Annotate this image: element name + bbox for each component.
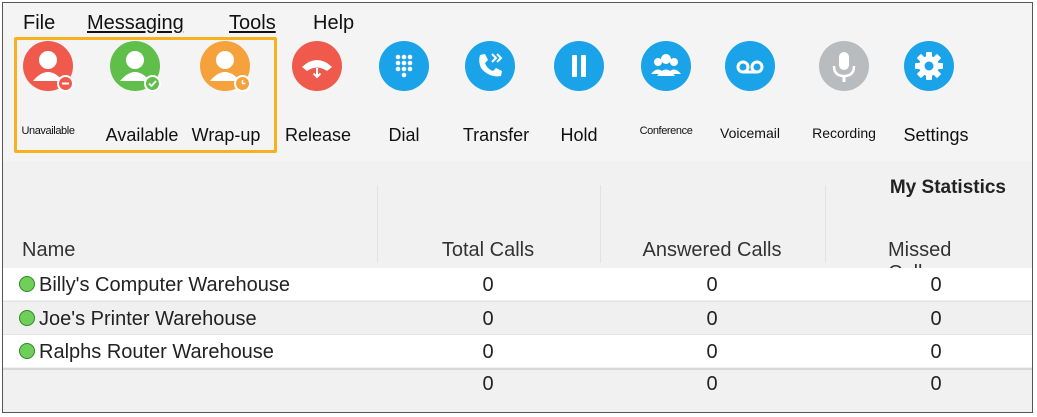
row-name: Ralphs Router Warehouse [39,341,274,363]
wrapup-button[interactable]: Wrap-up [192,41,276,153]
menu-messaging[interactable]: Messaging [87,13,184,33]
release-button[interactable]: Release [285,41,359,153]
row-answered-calls: 0 [706,308,718,330]
voicemail-button[interactable]: Voicemail [720,41,791,153]
column-header-answered-calls[interactable]: Answered Calls [643,239,782,262]
column-header-total-calls[interactable]: Total Calls [442,239,534,262]
recording-label: Recording [812,125,876,141]
total-calls-sum: 0 [482,373,494,395]
status-dot-icon [19,310,35,326]
available-label: Available [105,125,179,145]
answered-calls-sum: 0 [706,373,718,395]
hangup-icon [292,41,342,91]
gear-icon [904,41,954,91]
clock-icon [234,75,251,92]
group-icon [641,41,691,91]
row-name: Billy's Computer Warehouse [39,274,290,296]
unavailable-label: Unavailable [21,125,75,137]
row-total-calls: 0 [482,341,494,363]
wrapup-label: Wrap-up [191,125,261,145]
conference-button[interactable]: Conference [637,41,707,153]
dial-button[interactable]: Dial [376,41,436,153]
column-divider [825,185,826,263]
row-answered-calls: 0 [706,341,718,363]
voicemail-icon [725,41,775,91]
column-divider [377,185,378,263]
microphone-icon [819,41,869,91]
my-statistics-heading: My Statistics [889,177,1006,198]
menu-bar: File Messaging Tools Help [3,3,1032,35]
phone-transfer-icon [465,41,515,91]
app-window: File Messaging Tools Help Unavailable Av… [2,2,1033,413]
row-missed-calls: 0 [930,308,942,330]
pause-icon [554,41,604,91]
minus-icon [57,75,74,92]
menu-help[interactable]: Help [313,13,354,33]
hold-button[interactable]: Hold [551,41,611,153]
transfer-button[interactable]: Transfer [462,41,542,153]
menu-file[interactable]: File [23,13,55,33]
toolbar: Unavailable Available Wrap-up Release Di… [3,33,1032,161]
unavailable-button[interactable]: Unavailable [19,41,89,153]
settings-label: Settings [903,125,969,145]
column-header-name[interactable]: Name [22,239,75,262]
menu-tools[interactable]: Tools [229,13,276,33]
hold-label: Hold [560,125,598,145]
column-divider [600,185,601,263]
settings-button[interactable]: Settings [900,41,980,153]
dial-label: Dial [388,125,420,145]
row-name: Joe's Printer Warehouse [39,308,257,330]
status-dot-icon [19,343,35,359]
table-row[interactable]: Billy's Computer Warehouse 0 0 0 [3,268,1032,300]
recording-button[interactable]: Recording [809,41,889,153]
check-icon [144,75,161,92]
status-dot-icon [19,276,35,292]
conference-label: Conference [639,125,693,137]
row-missed-calls: 0 [930,341,942,363]
row-total-calls: 0 [482,308,494,330]
transfer-label: Transfer [462,125,530,145]
voicemail-label: Voicemail [720,125,780,141]
row-total-calls: 0 [482,274,494,296]
table-row[interactable]: Joe's Printer Warehouse 0 0 0 [3,302,1032,334]
release-label: Release [284,125,352,145]
dialpad-icon [379,41,429,91]
available-button[interactable]: Available [106,41,186,153]
statistics-table: My Statistics Name Total Calls Answered … [3,161,1032,412]
row-answered-calls: 0 [706,274,718,296]
totals-row: 0 0 0 [3,368,1032,412]
table-row[interactable]: Ralphs Router Warehouse 0 0 0 [3,335,1032,367]
missed-calls-sum: 0 [930,373,942,395]
row-missed-calls: 0 [930,274,942,296]
